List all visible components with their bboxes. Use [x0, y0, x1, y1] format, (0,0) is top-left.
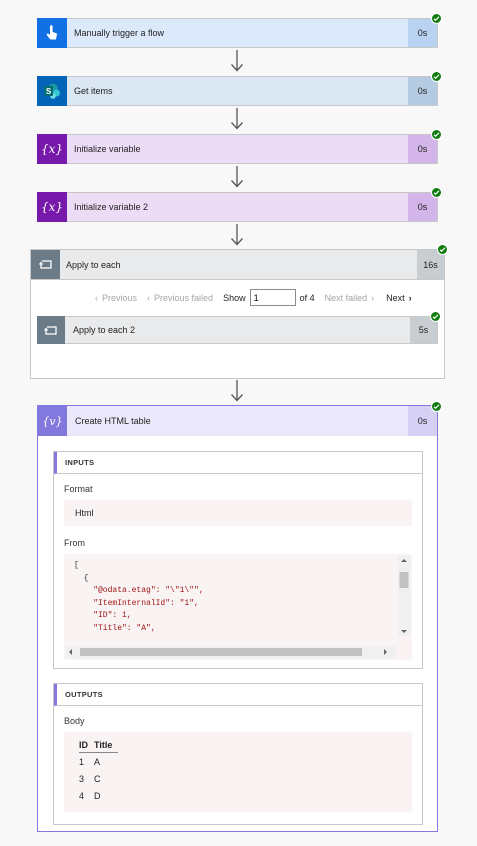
table-row: 3 C: [79, 770, 118, 787]
from-json-code: [ { "@odata.etag": "\"1\"", "ItemInterna…: [64, 554, 412, 646]
step-apply-to-each: Apply to each 16s ‹ Previous ‹ Previous …: [30, 244, 448, 379]
success-check-icon: [431, 129, 442, 140]
code-line: "ID": 1,: [74, 611, 132, 620]
code-line: [: [74, 561, 79, 570]
table-cell: C: [94, 774, 101, 784]
inputs-header: INPUTS: [54, 452, 422, 474]
chevron-left-icon: ‹: [95, 292, 98, 303]
table-row: 4 D: [79, 787, 118, 804]
success-check-icon: [431, 71, 442, 82]
success-check-icon: [431, 401, 442, 412]
success-check-icon: [431, 187, 442, 198]
from-label: From: [64, 538, 85, 548]
column-header-title: Title: [94, 740, 119, 753]
table-cell: 1: [79, 757, 85, 767]
format-value: Html: [64, 500, 412, 526]
success-check-icon: [437, 244, 448, 255]
step-apply-to-each-2[interactable]: Apply to each 2 5s: [37, 311, 441, 344]
step-title: Manually trigger a flow: [74, 28, 165, 38]
step-title: Apply to each 2: [73, 325, 136, 335]
previous-failed-button[interactable]: Previous failed: [154, 293, 213, 303]
code-line: {: [74, 573, 89, 583]
step-title: Create HTML table: [75, 416, 151, 426]
loop-icon: [37, 316, 65, 344]
vertical-scrollbar[interactable]: [398, 556, 410, 636]
step-manually-trigger-a-flow[interactable]: Manually trigger a flow 0s: [37, 13, 442, 48]
success-check-icon: [430, 311, 441, 322]
previous-button[interactable]: Previous: [102, 293, 137, 303]
body-label: Body: [64, 716, 85, 726]
variable-icon: {x}: [37, 133, 67, 164]
step-title: Initialize variable 2: [74, 202, 149, 212]
table-header-row: ID Title: [79, 740, 119, 753]
chevron-right-icon: ›: [371, 292, 375, 303]
step-title: Apply to each: [66, 259, 121, 270]
create-html-table-header[interactable]: {v} Create HTML table 0s: [38, 401, 442, 436]
body-value: ID Title 1 A 3 C 4 D: [64, 732, 412, 812]
step-get-items[interactable]: S Get items 0s: [37, 71, 442, 106]
connector-arrow-icon: [231, 108, 243, 130]
next-button[interactable]: Next: [386, 293, 405, 303]
code-line: "Title": "A",: [74, 623, 156, 633]
from-value-box: [ { "@odata.etag": "\"1\"", "ItemInterna…: [64, 554, 412, 660]
step-title: Initialize variable: [74, 144, 141, 154]
connector-arrow-icon: [231, 224, 243, 246]
page-count: of 4: [299, 292, 315, 303]
output-html-table: ID Title 1 A 3 C 4 D: [79, 740, 119, 804]
apply-to-each-header[interactable]: Apply to each 16s: [31, 244, 448, 280]
page-number-input[interactable]: [249, 289, 296, 306]
svg-text:S: S: [46, 87, 52, 96]
outputs-panel: OUTPUTS Body ID Title 1 A 3 C 4 D: [53, 683, 423, 825]
connector-arrow-icon: [231, 50, 243, 72]
connector-arrow-icon: [231, 380, 243, 402]
table-row: 1 A: [79, 753, 118, 771]
format-label: Format: [64, 484, 93, 494]
chevron-right-icon: ›: [408, 292, 412, 303]
inputs-panel: INPUTS Format Html From [ { "@odata.etag…: [53, 451, 423, 669]
step-create-html-table: {v} Create HTML table 0s INPUTS Format H…: [37, 401, 442, 832]
next-failed-button[interactable]: Next failed: [325, 293, 368, 303]
code-line: "@odata.etag": "\"1\"",: [74, 586, 204, 595]
code-line: "ItemInternalId": "1",: [74, 598, 199, 608]
table-cell: 3: [79, 774, 85, 784]
table-cell: D: [94, 791, 101, 801]
chevron-left-icon: ‹: [147, 292, 151, 303]
step-title: Get items: [74, 86, 113, 96]
success-check-icon: [431, 13, 442, 24]
data-operation-icon: {v}: [38, 406, 67, 436]
step-initialize-variable-2[interactable]: {x} Initialize variable 2 0s: [37, 187, 442, 222]
column-header-id: ID: [79, 740, 94, 753]
table-cell: 4: [79, 791, 85, 801]
loop-icon: [31, 250, 60, 279]
horizontal-scrollbar[interactable]: [66, 646, 396, 658]
outputs-header: OUTPUTS: [54, 684, 422, 706]
table-cell: A: [94, 757, 101, 767]
show-label: Show: [223, 292, 246, 303]
variable-icon: {x}: [37, 191, 67, 222]
hand-touch-icon: [37, 17, 67, 48]
connector-arrow-icon: [231, 166, 243, 188]
iteration-pager: ‹ Previous ‹ Previous failed Show of 4 N…: [95, 289, 412, 306]
step-initialize-variable[interactable]: {x} Initialize variable 0s: [37, 129, 442, 164]
sharepoint-icon: S: [37, 75, 67, 106]
